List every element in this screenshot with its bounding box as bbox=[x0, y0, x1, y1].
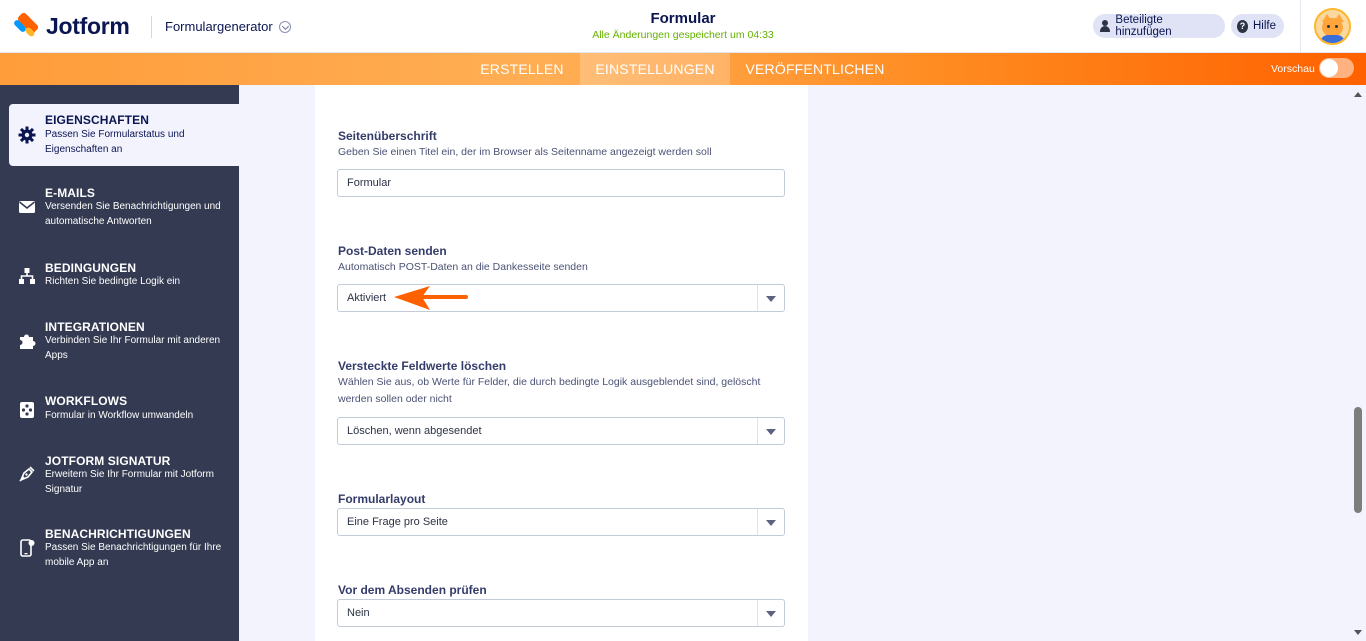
sidebar-item-desc: Formular in Workflow umwandeln bbox=[45, 410, 194, 421]
sidebar-item-desc: Versenden Sie Benachrichtigungen und aut… bbox=[45, 201, 221, 227]
mobile-notification-icon bbox=[20, 539, 35, 557]
sidebar-item-properties[interactable]: EIGENSCHAFTEN Passen Sie Formularstatus … bbox=[9, 104, 239, 166]
puzzle-icon bbox=[20, 334, 36, 349]
preview-label: Vorschau bbox=[1271, 63, 1315, 75]
clear-hidden-help: Wählen Sie aus, ob Werte für Felder, die… bbox=[338, 376, 761, 405]
question-icon: ? bbox=[1237, 19, 1248, 33]
clear-hidden-value: Löschen, wenn abgesendet bbox=[347, 425, 482, 437]
sidebar-item-title: WORKFLOWS bbox=[45, 394, 128, 408]
sidebar-item-desc: Erweitern Sie Ihr Formular mit Jotform S… bbox=[45, 469, 214, 495]
clear-hidden-label: Versteckte Feldwerte löschen bbox=[338, 359, 507, 373]
user-icon bbox=[1099, 20, 1111, 32]
pen-nib-icon bbox=[19, 466, 35, 482]
add-collaborators-button[interactable]: Beteiligte hinzufügen bbox=[1093, 14, 1225, 38]
sidebar-item-desc: Passen Sie Benachrichtigungen für Ihre m… bbox=[45, 542, 222, 568]
builder-nav: ERSTELLEN EINSTELLUNGEN VERÖFFENTLICHEN … bbox=[0, 53, 1366, 85]
sidebar-item-title: BENACHRICHTIGUNGEN bbox=[45, 527, 191, 541]
review-before-submit-value: Nein bbox=[347, 607, 370, 619]
scroll-down-icon[interactable] bbox=[1354, 630, 1362, 635]
review-before-submit-label: Vor dem Absenden prüfen bbox=[338, 583, 487, 597]
jotform-logo[interactable]: Jotform bbox=[12, 11, 130, 40]
help-button[interactable]: ? Hilfe bbox=[1231, 14, 1284, 38]
arrow-left-icon bbox=[394, 286, 468, 310]
scrollbar[interactable] bbox=[1351, 85, 1366, 641]
form-layout-select[interactable]: Eine Frage pro Seite bbox=[337, 508, 785, 536]
sidebar-item-workflows[interactable]: WORKFLOWS Formular in Workflow umwandeln bbox=[0, 391, 239, 431]
divider bbox=[1300, 0, 1301, 53]
scroll-up-icon[interactable] bbox=[1354, 92, 1362, 97]
scrollbar-thumb[interactable] bbox=[1354, 407, 1362, 513]
sidebar-item-desc: Richten Sie bedingte Logik ein bbox=[45, 276, 181, 287]
sitemap-icon bbox=[19, 268, 35, 284]
toggle-knob bbox=[1320, 59, 1338, 77]
sidebar-item-emails[interactable]: E-MAILS Versenden Sie Benachrichtigungen… bbox=[0, 183, 239, 235]
tab-create[interactable]: ERSTELLEN bbox=[472, 53, 572, 85]
clear-hidden-select[interactable]: Löschen, wenn abgesendet bbox=[337, 417, 785, 445]
app-name-label: Formulargenerator bbox=[165, 19, 273, 34]
jotform-logo-icon bbox=[12, 11, 40, 38]
sidebar-item-notifications[interactable]: BENACHRICHTIGUNGEN Passen Sie Benachrich… bbox=[0, 524, 239, 576]
save-status: Alle Änderungen gespeichert um 04:33 bbox=[592, 29, 774, 41]
post-data-label: Post-Daten senden bbox=[338, 244, 447, 258]
sidebar-item-title: EIGENSCHAFTEN bbox=[45, 113, 149, 127]
sidebar-item-title: INTEGRATIONEN bbox=[45, 320, 145, 334]
page-title-label: Seitenüberschrift bbox=[338, 129, 437, 143]
sidebar-item-jotform-sign[interactable]: JOTFORM SIGNATUR Erweitern Sie Ihr Formu… bbox=[0, 451, 239, 503]
chevron-down-icon bbox=[278, 20, 291, 33]
form-title[interactable]: Formular bbox=[583, 10, 783, 27]
avatar[interactable] bbox=[1314, 8, 1351, 45]
gear-icon bbox=[18, 126, 36, 144]
tab-settings[interactable]: EINSTELLUNGEN bbox=[580, 53, 730, 85]
form-layout-value: Eine Frage pro Seite bbox=[347, 516, 448, 528]
sidebar-item-title: BEDINGUNGEN bbox=[45, 261, 137, 275]
app-switcher[interactable]: Formulargenerator bbox=[165, 19, 291, 34]
sidebar-item-desc: Passen Sie Formularstatus und Eigenschaf… bbox=[45, 129, 185, 155]
help-label: Hilfe bbox=[1252, 20, 1276, 32]
logo-text: Jotform bbox=[46, 12, 130, 39]
post-data-value: Aktiviert bbox=[347, 292, 387, 304]
top-bar: Jotform Formulargenerator Formular Alle … bbox=[0, 0, 1366, 53]
sidebar-item-integrations[interactable]: INTEGRATIONEN Verbinden Sie Ihr Formular… bbox=[0, 317, 239, 369]
page-title-help: Geben Sie einen Titel ein, der im Browse… bbox=[338, 146, 712, 158]
page-title-input[interactable]: Formular bbox=[337, 169, 785, 197]
review-before-submit-select[interactable]: Nein bbox=[337, 599, 785, 627]
settings-sidebar: EIGENSCHAFTEN Passen Sie Formularstatus … bbox=[0, 85, 239, 641]
caret-down-icon bbox=[766, 611, 776, 617]
workflow-icon bbox=[20, 402, 34, 418]
caret-down-icon bbox=[766, 520, 776, 526]
sidebar-item-title: JOTFORM SIGNATUR bbox=[45, 454, 171, 468]
divider bbox=[151, 16, 152, 38]
caret-down-icon bbox=[766, 296, 776, 302]
preview-toggle[interactable] bbox=[1319, 58, 1354, 78]
sidebar-item-desc: Verbinden Sie Ihr Formular mit anderen A… bbox=[45, 335, 221, 361]
sidebar-item-conditions[interactable]: BEDINGUNGEN Richten Sie bedingte Logik e… bbox=[0, 257, 239, 297]
sidebar-item-title: E-MAILS bbox=[45, 186, 96, 200]
form-layout-label: Formularlayout bbox=[338, 492, 426, 506]
post-data-help: Automatisch POST-Daten an die Dankesseit… bbox=[338, 261, 588, 273]
caret-down-icon bbox=[766, 429, 776, 435]
add-collaborators-label: Beteiligte hinzufügen bbox=[1115, 14, 1172, 38]
envelope-icon bbox=[19, 201, 35, 213]
tab-publish[interactable]: VERÖFFENTLICHEN bbox=[740, 53, 890, 85]
